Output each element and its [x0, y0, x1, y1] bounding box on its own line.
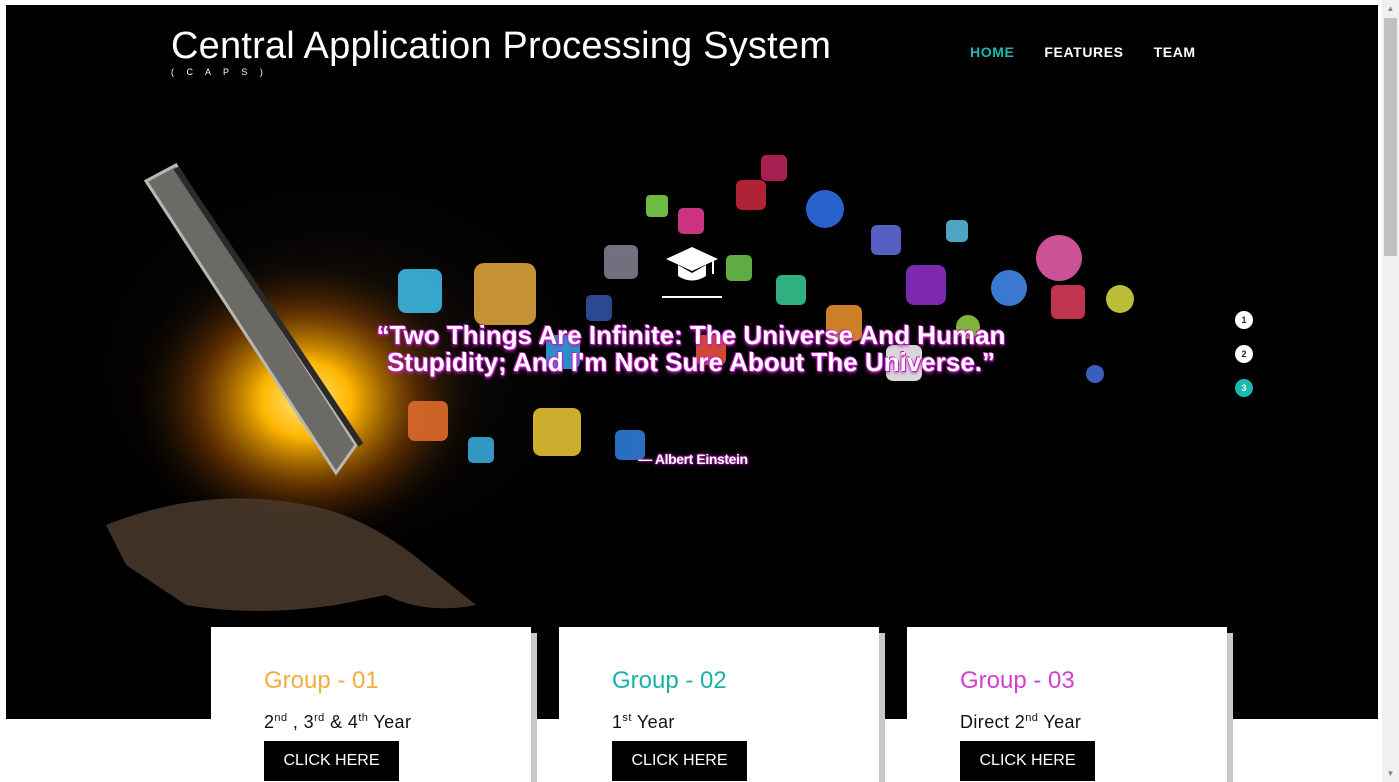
graduation-cap-icon: [666, 247, 718, 281]
group-year: Direct 2nd Year: [960, 712, 1082, 732]
group-title: Group - 03: [960, 667, 1075, 694]
group-card-2: Group - 02 1st Year CLICK HERE: [559, 627, 879, 782]
site-title: Central Application Processing System: [171, 25, 832, 67]
nav-team[interactable]: TEAM: [1154, 44, 1196, 60]
slide-pagination: 1 2 3: [1235, 311, 1253, 413]
scrollbar-thumb[interactable]: [1384, 18, 1397, 256]
slide-dot-2[interactable]: 2: [1235, 345, 1253, 363]
main-nav: HOME FEATURES TEAM: [970, 44, 1196, 60]
nav-home[interactable]: HOME: [970, 44, 1014, 60]
quote-author: — Albert Einstein: [638, 451, 748, 467]
group-year: 2nd , 3rd & 4th Year: [264, 712, 412, 732]
group-title: Group - 01: [264, 667, 379, 694]
scroll-down-arrow-icon[interactable]: ▼: [1382, 765, 1399, 782]
group-year: 1st Year: [612, 712, 675, 732]
site-subtitle: ( C A P S ): [171, 67, 268, 77]
hero-divider: [662, 296, 722, 298]
click-here-button[interactable]: CLICK HERE: [264, 741, 399, 781]
page-scrollbar[interactable]: ▲ ▼: [1382, 0, 1399, 782]
nav-features[interactable]: FEATURES: [1044, 44, 1123, 60]
group-title: Group - 02: [612, 667, 727, 694]
slide-dot-3[interactable]: 3: [1235, 379, 1253, 397]
slide-dot-1[interactable]: 1: [1235, 311, 1253, 329]
click-here-button[interactable]: CLICK HERE: [960, 741, 1095, 781]
click-here-button[interactable]: CLICK HERE: [612, 741, 747, 781]
group-card-3: Group - 03 Direct 2nd Year CLICK HERE: [907, 627, 1227, 782]
scroll-up-arrow-icon[interactable]: ▲: [1382, 0, 1399, 17]
hero-section: Central Application Processing System ( …: [6, 5, 1378, 719]
group-card-1: Group - 01 2nd , 3rd & 4th Year CLICK HE…: [211, 627, 531, 782]
hero-quote: “Two Things Are Infinite: The Universe A…: [376, 320, 1006, 377]
